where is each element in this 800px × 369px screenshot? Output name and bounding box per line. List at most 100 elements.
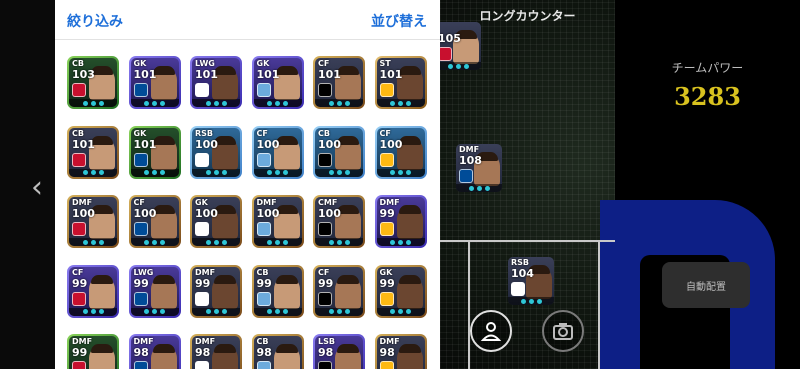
player-card-art: DMF 98 [192, 336, 240, 369]
player-card[interactable]: CF 99 [67, 264, 119, 318]
player-card-art: LSB 98 [315, 336, 363, 369]
skill-dots [315, 99, 363, 107]
player-card[interactable]: GK 101 [128, 125, 181, 179]
player-card[interactable]: CB 103 [67, 56, 119, 109]
player-card[interactable]: DMF 98 [190, 334, 242, 369]
player-card[interactable]: LSB 98 [313, 334, 365, 369]
player-rating: 105 [438, 32, 461, 45]
club-badge-icon [133, 222, 148, 236]
skill-dot [283, 239, 288, 245]
chevron-left-icon[interactable]: ‹ [31, 170, 47, 206]
player-card-art: CF 99 [69, 266, 117, 316]
club-badge-icon [379, 291, 394, 306]
player-card[interactable]: RSB 100 [190, 125, 242, 179]
club-badge-icon [318, 291, 332, 306]
skill-dots [315, 307, 363, 316]
skill-dots [253, 307, 302, 316]
player-rating: 101 [318, 68, 341, 81]
player-card[interactable]: CMF 100 [313, 195, 365, 248]
player-card[interactable]: CF 100 [128, 195, 181, 248]
player-card[interactable]: DMF 98 [128, 334, 181, 369]
skill-dots [253, 168, 302, 177]
player-card[interactable]: DMF 98 [374, 334, 427, 369]
club-badge-icon [72, 291, 86, 306]
player-card[interactable]: CF 100 [251, 125, 304, 179]
skill-dots [69, 168, 117, 177]
player-position: RSB [195, 128, 214, 138]
player-card[interactable]: DMF 100 [251, 195, 304, 248]
skill-dot [160, 309, 165, 314]
player-card[interactable]: CB 98 [251, 334, 304, 369]
player-card[interactable]: DMF 99 [67, 334, 119, 369]
skill-dot [90, 309, 96, 314]
auto-lineup-button[interactable]: 自動配置 [662, 262, 750, 308]
player-position: DMF [72, 337, 93, 346]
player-rating: 98 [195, 346, 211, 359]
skill-dot [267, 170, 272, 175]
player-position: DMF [195, 267, 216, 277]
player-card[interactable]: CF 100 [374, 125, 427, 179]
player-rating: 103 [72, 68, 95, 81]
player-hair [152, 274, 175, 284]
player-hair [398, 205, 421, 214]
player-card-art: CB 101 [69, 127, 117, 177]
player-hair [214, 274, 236, 284]
player-position: DMF [195, 337, 216, 346]
club-badge-icon [195, 152, 209, 167]
player-card[interactable]: LWG 101 [190, 56, 242, 109]
skill-dots [69, 238, 117, 246]
player-card[interactable]: GK 100 [190, 195, 242, 248]
player-card[interactable]: CB 99 [251, 264, 304, 318]
player-card[interactable]: CF 99 [313, 264, 365, 318]
player-position: GK [256, 59, 270, 68]
player-card[interactable]: CF 101 [313, 56, 365, 109]
skill-dot [221, 100, 227, 106]
player-card[interactable]: GK 101 [128, 56, 181, 109]
player-card[interactable]: DMF 100 [67, 195, 119, 248]
player-position: LWG [133, 267, 154, 277]
player-card-art: DMF 100 [69, 197, 117, 246]
skill-dot [336, 239, 342, 245]
skill-dot [344, 170, 350, 175]
camera-button[interactable] [542, 310, 584, 352]
skill-dot [90, 239, 96, 245]
player-position: CF [379, 128, 391, 138]
player-card[interactable]: DMF 99 [190, 264, 242, 318]
player-rating: 100 [133, 207, 157, 220]
skill-dot [328, 239, 334, 245]
filter-button[interactable]: 絞り込み [67, 11, 123, 31]
player-card[interactable]: RSB 104 [506, 255, 556, 307]
player-card[interactable]: GK 99 [374, 264, 427, 318]
player-position: ST [379, 59, 391, 68]
skill-dot [205, 239, 211, 245]
player-card[interactable]: 105 [433, 20, 483, 72]
player-position: CB [72, 59, 84, 68]
player-card[interactable]: DMF 108 [454, 142, 504, 194]
skill-dot [406, 100, 411, 106]
player-card[interactable]: CB 101 [67, 125, 119, 179]
skill-dot [390, 100, 395, 106]
skill-dot [275, 309, 280, 314]
team-power-value: 3283 [674, 82, 741, 111]
player-card[interactable]: CB 100 [313, 125, 365, 179]
skill-dot [283, 100, 288, 106]
player-card[interactable]: DMF 99 [374, 195, 427, 248]
skill-dots [508, 297, 554, 305]
player-position: CB [72, 128, 84, 138]
sort-button[interactable]: 並び替え [371, 11, 427, 31]
skill-dots [376, 307, 425, 316]
skill-dot [90, 100, 96, 106]
player-rating: 100 [195, 137, 218, 151]
player-card-art: CF 100 [376, 127, 425, 177]
player-card[interactable]: GK 101 [251, 56, 304, 109]
player-rating: 101 [195, 68, 218, 81]
skill-dot [144, 170, 149, 175]
player-card[interactable]: ST 101 [374, 56, 427, 109]
skill-dot [275, 239, 280, 245]
club-badge-icon [379, 152, 394, 167]
skill-dot [160, 239, 165, 245]
player-card[interactable]: LWG 99 [128, 264, 181, 318]
profile-button[interactable] [470, 310, 512, 352]
player-rating: 99 [72, 276, 88, 290]
player-position: CF [318, 267, 330, 277]
